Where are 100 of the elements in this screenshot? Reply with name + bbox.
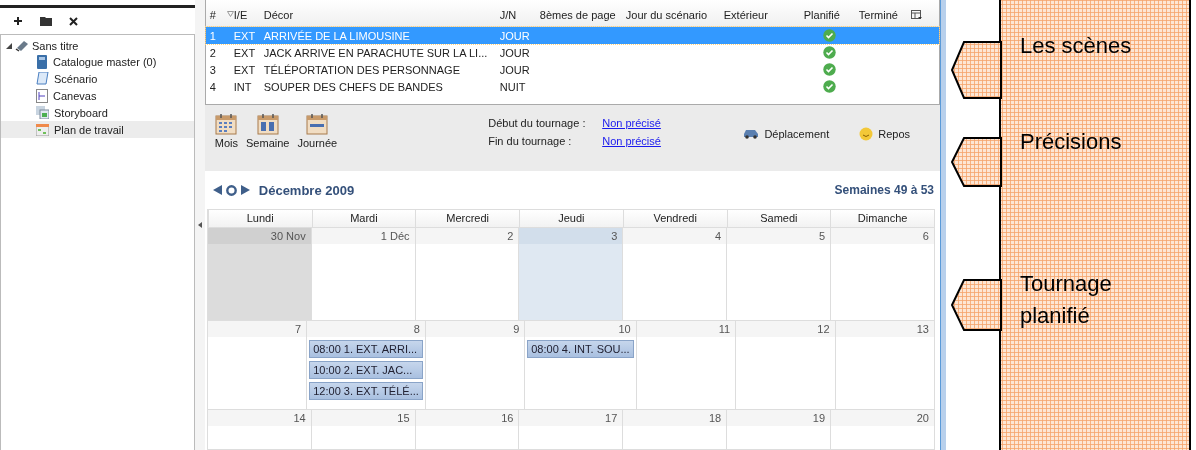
scroll-icon — [36, 71, 49, 86]
day-number: 16 — [415, 410, 519, 426]
view-button[interactable]: Mois — [212, 112, 240, 149]
column-header[interactable]: Extérieur — [719, 9, 800, 21]
next-icon[interactable] — [240, 185, 250, 196]
day-header: Lundi — [207, 210, 312, 227]
view-button[interactable]: Semaine — [244, 112, 292, 149]
month-title: Décembre 2009 — [258, 182, 355, 198]
day-cell[interactable]: 2 — [415, 228, 520, 321]
date-link[interactable]: Non précisé — [602, 134, 661, 147]
event-chip[interactable]: 08:00 4. INT. SOU... — [527, 340, 634, 358]
day-cell[interactable]: 16 — [415, 410, 520, 450]
expand-icon[interactable] — [6, 42, 12, 49]
today-icon[interactable] — [225, 184, 237, 196]
tree-item[interactable]: Sans titre — [32, 39, 79, 52]
event-chip[interactable]: 08:00 1. EXT. ARRI... — [309, 340, 423, 358]
table-row[interactable]: 4 INT SOUPER DES CHEFS DE BANDES NUIT — [205, 78, 939, 95]
calendar-icon — [306, 112, 329, 135]
tree-item[interactable]: Storyboard — [1, 104, 194, 121]
day-cell[interactable]: 14 — [207, 410, 312, 450]
date-link[interactable]: Non précisé — [602, 116, 661, 129]
table-cell-text: TÉLÉPORTATION DES PERSONNAGE — [262, 63, 461, 76]
day-number: 12 — [736, 321, 835, 337]
tree-item[interactable]: Scénario — [1, 70, 194, 87]
columns-icon[interactable] — [910, 10, 922, 20]
day-cell[interactable]: 19 — [727, 410, 832, 450]
project-icon — [15, 39, 29, 52]
tree-item[interactable]: Catalogue master (0) — [1, 53, 194, 70]
column-header[interactable]: J/N — [495, 9, 536, 21]
day-cell[interactable]: 7 — [207, 321, 308, 410]
column-header[interactable]: Décor — [259, 9, 496, 21]
table-cell-text: NUIT — [498, 80, 527, 93]
view-button[interactable]: Journée — [295, 112, 340, 149]
tree-item[interactable]: Canevas — [1, 87, 194, 104]
day-cell[interactable]: 20 — [831, 410, 935, 450]
day-number: 8 — [307, 321, 425, 337]
day-number: 1 Déc — [311, 228, 415, 244]
table-cell-text: EXT — [232, 29, 257, 42]
day-number: 2 — [415, 228, 519, 244]
table-cell-text: SOUPER DES CHEFS DE BANDES — [262, 80, 444, 93]
table-cell-text: JOUR — [498, 29, 531, 42]
column-header[interactable]: I/E — [229, 9, 260, 21]
table-cell-text: 1 — [208, 29, 217, 42]
callout-text: Précisions — [1020, 128, 1123, 156]
day-header: Mardi — [311, 210, 416, 227]
legend-label: Repos — [878, 127, 910, 140]
day-cell[interactable]: 10 08:00 4. INT. SOU... — [525, 321, 637, 410]
callout-text: Tournage planifié — [1020, 270, 1113, 330]
day-number: 7 — [207, 321, 307, 337]
table-row[interactable]: 3 EXT TÉLÉPORTATION DES PERSONNAGE JOUR — [205, 61, 939, 78]
smiley-icon — [859, 126, 874, 141]
day-cell[interactable]: 18 — [623, 410, 728, 450]
grid-icon — [36, 123, 49, 136]
table-cell-text: JOUR — [498, 46, 531, 59]
column-header[interactable]: Terminé — [854, 9, 907, 21]
day-cell[interactable]: 13 — [835, 321, 935, 410]
close-icon[interactable] — [69, 16, 78, 26]
day-number: 18 — [623, 410, 727, 426]
day-cell[interactable]: 17 — [519, 410, 624, 450]
day-number: 30 Nov — [207, 228, 311, 244]
car-icon — [743, 128, 760, 139]
column-header[interactable]: Jour du scénario — [621, 9, 720, 21]
previous-icon[interactable] — [212, 185, 222, 196]
day-cell[interactable]: 6 — [831, 228, 935, 321]
table-cell-text: JACK ARRIVE EN PARACHUTE SUR LA LI... — [262, 46, 489, 59]
day-cell[interactable]: 15 — [311, 410, 416, 450]
tree-item[interactable]: Plan de travail — [1, 121, 194, 138]
day-cell[interactable]: 9 — [425, 321, 526, 410]
table-cell-text: JOUR — [498, 63, 531, 76]
day-number: 4 — [623, 228, 727, 244]
day-cell[interactable]: 11 — [636, 321, 737, 410]
event-chip[interactable]: 10:00 2. EXT. JAC... — [309, 361, 423, 379]
day-number: 6 — [831, 228, 934, 244]
day-cell[interactable]: 12 — [736, 321, 836, 410]
day-number: 3 — [519, 228, 623, 244]
day-cell[interactable]: 5 — [727, 228, 832, 321]
column-header[interactable]: Planifié — [799, 9, 855, 21]
day-cell[interactable]: 3 — [519, 228, 624, 321]
day-header: Dimanche — [830, 210, 934, 227]
table-row[interactable]: 2 EXT JACK ARRIVE EN PARACHUTE SUR LA LI... JOUR — [205, 44, 939, 61]
diagram-icon — [36, 88, 48, 103]
splitter-handle-icon[interactable] — [197, 222, 202, 228]
table-cell-text: ARRIVÉE DE LA LIMOUSINE — [262, 29, 411, 42]
calendar-icon — [215, 112, 238, 135]
column-header[interactable]: 8èmes de page — [535, 9, 622, 21]
folder-icon[interactable] — [40, 16, 52, 26]
add-icon[interactable] — [13, 16, 23, 26]
day-cell[interactable]: 8 08:00 1. EXT. ARRI... 10:00 2. EXT. JAC... 12:00 3. EXT. TÉLÉ... — [307, 321, 426, 410]
event-chip[interactable]: 12:00 3. EXT. TÉLÉ... — [309, 382, 423, 400]
table-cell-text: INT — [232, 80, 253, 93]
legend-label: Déplacement — [764, 127, 830, 140]
day-number: 20 — [831, 410, 934, 426]
day-number: 19 — [727, 410, 831, 426]
table-cell-text: EXT — [232, 46, 257, 59]
column-header[interactable]: # — [205, 9, 230, 21]
day-header: Vendredi — [622, 210, 727, 227]
day-cell[interactable]: 1 Déc — [311, 228, 416, 321]
day-cell[interactable]: 30 Nov — [207, 228, 312, 321]
frames-icon — [36, 106, 49, 119]
day-cell[interactable]: 4 — [623, 228, 728, 321]
